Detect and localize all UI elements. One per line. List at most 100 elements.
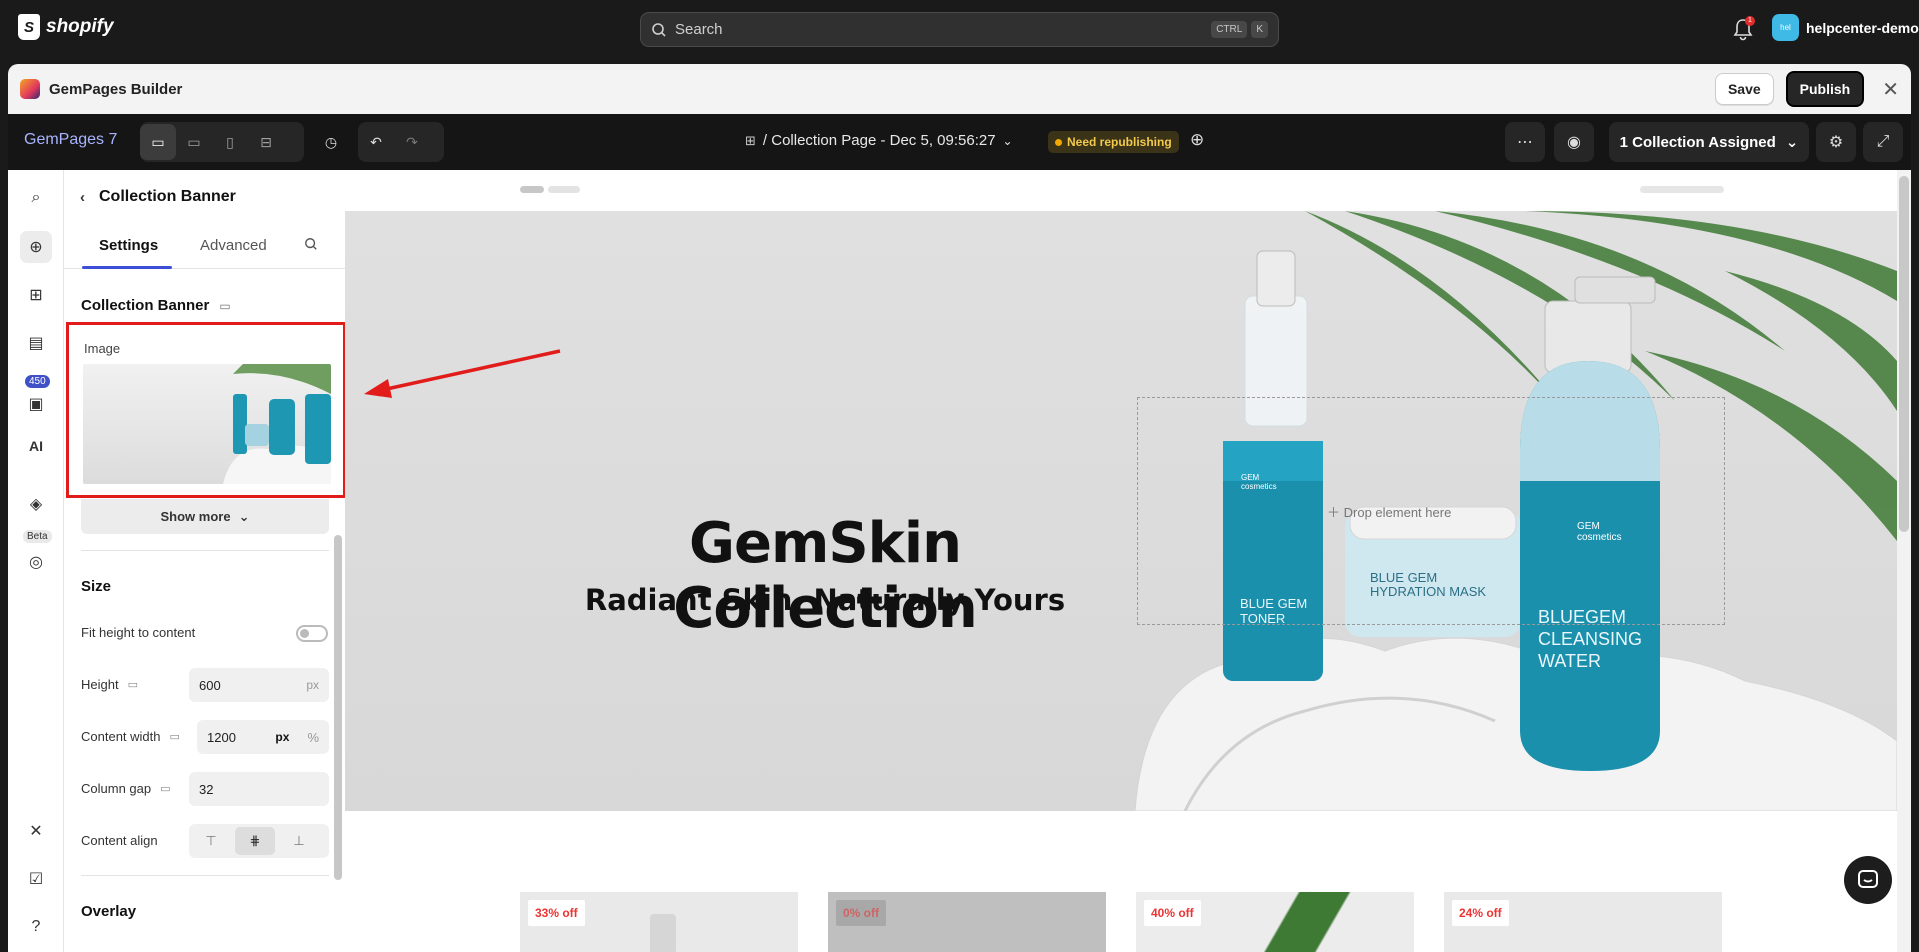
header-placeholder	[520, 186, 544, 193]
image-label: Image	[84, 341, 121, 356]
redo-icon[interactable]: ↷	[394, 124, 430, 160]
editor-toolbar: GemPages 7 ▭ ▭ ▯ ⊟ ◷ ↶ ↷ ⊞ / Collection …	[8, 114, 1911, 170]
responsive-view-icon[interactable]: ⊟	[248, 124, 284, 160]
search-icon[interactable]	[304, 237, 318, 251]
tablet-landscape-icon[interactable]: ▭	[176, 124, 212, 160]
discount-badge: 0% off	[836, 900, 886, 926]
device-switcher: ▭ ▭ ▯ ⊟	[140, 122, 304, 162]
fit-height-toggle[interactable]	[296, 625, 328, 642]
back-chevron-icon[interactable]: ‹	[80, 189, 85, 206]
shopify-bag-icon	[18, 14, 40, 40]
content-width-input[interactable]: 1200 px%	[197, 720, 329, 754]
search-icon	[652, 22, 666, 37]
chevron-down-icon: ⌄	[1785, 134, 1799, 151]
close-icon[interactable]: ✕	[1882, 77, 1899, 102]
layers-icon[interactable]: ◈	[20, 488, 52, 520]
left-icon-rail: ⌕ ⊕ ⊞ ▤ 450 ▣ AI ◈ Beta ◎ ✕ ☑ ?	[8, 170, 64, 952]
grid-icon: ⊞	[745, 132, 756, 148]
size-heading: Size	[81, 578, 112, 595]
shopify-logo[interactable]: shopify	[18, 14, 114, 40]
publish-button[interactable]: Publish	[1785, 71, 1865, 107]
align-top-icon[interactable]: ⊤	[193, 833, 229, 849]
help-icon[interactable]: ?	[20, 911, 52, 943]
product-card[interactable]: 40% off	[1136, 892, 1414, 952]
global-search-input[interactable]: Search CTRL K	[640, 12, 1279, 47]
collection-assign-dropdown[interactable]: 1 Collection Assigned ⌄	[1609, 122, 1809, 162]
height-label: Height ▭	[81, 677, 138, 692]
preview-eye-icon[interactable]: ◉	[1554, 122, 1594, 162]
account-menu[interactable]: hel helpcenter-demo	[1772, 14, 1919, 41]
avatar: hel	[1772, 14, 1799, 41]
discount-badge: 24% off	[1452, 900, 1509, 926]
column-gap-label: Column gap ▭	[81, 781, 171, 796]
desktop-icon: ▭	[169, 731, 180, 743]
desktop-icon: ▭	[127, 679, 138, 691]
search-placeholder: Search	[675, 21, 723, 38]
divider	[81, 875, 329, 876]
history-icon[interactable]: ◷	[313, 124, 349, 160]
content-align-label: Content align	[81, 833, 158, 848]
canvas-scroll-thumb[interactable]	[1899, 176, 1909, 532]
undo-icon[interactable]: ↶	[358, 124, 394, 160]
settings-gear-icon[interactable]: ⚙	[1816, 122, 1856, 162]
header-placeholder	[548, 186, 580, 193]
checklist-icon[interactable]: ☑	[20, 863, 52, 895]
page-selector[interactable]: ⊞ / Collection Page - Dec 5, 09:56:27 ⌄	[745, 132, 1013, 149]
banner-subtitle[interactable]: Radiant Skin, Naturally Yours	[545, 583, 1105, 617]
content-align-group: ⊤ ⋕ ⊥	[189, 824, 329, 858]
fullscreen-icon[interactable]: ⤢	[1863, 122, 1903, 162]
chevron-down-icon: ⌄	[238, 508, 250, 524]
settings-panel: ‹ Collection Banner Settings Advanced Co…	[64, 170, 345, 952]
collection-banner[interactable]: GemSkin Collection Radiant Skin, Natural…	[345, 211, 1897, 811]
chevron-down-icon: ⌄	[1002, 133, 1013, 148]
panel-title: Collection Banner	[99, 188, 236, 205]
active-tab-indicator	[82, 266, 172, 269]
save-button[interactable]: Save	[1714, 73, 1774, 105]
image-picker[interactable]: Image	[66, 322, 345, 498]
tab-settings[interactable]: Settings	[99, 237, 158, 254]
fit-height-label: Fit height to content	[81, 625, 196, 640]
height-input[interactable]: 600 px	[189, 668, 329, 702]
panel-header: ‹ Collection Banner	[80, 188, 236, 206]
header-placeholder	[1640, 186, 1724, 193]
notification-count-badge: 1	[1745, 16, 1755, 26]
theme-icon[interactable]: ◎	[20, 546, 52, 578]
section-heading: Collection Banner ▭	[81, 297, 231, 314]
apps-icon[interactable]: ⊞	[20, 279, 52, 311]
align-bottom-icon[interactable]: ⊥	[281, 833, 317, 849]
templates-icon[interactable]: ▣	[20, 388, 52, 420]
store-name: helpcenter-demo	[1806, 19, 1919, 36]
integration-x-icon[interactable]: ✕	[20, 815, 52, 847]
product-card[interactable]: 0% off	[828, 892, 1106, 952]
ai-icon[interactable]: AI	[20, 430, 52, 462]
content-width-label: Content width ▭	[81, 729, 180, 744]
chat-launcher-button[interactable]	[1844, 856, 1892, 904]
banner-title[interactable]: GemSkin Collection	[545, 511, 1105, 641]
align-middle-icon[interactable]: ⋕	[235, 827, 275, 855]
pages-icon[interactable]: ▤	[20, 327, 52, 359]
column-gap-input[interactable]: 32	[189, 772, 329, 806]
beta-badge: Beta	[23, 530, 52, 543]
desktop-icon: ▭	[160, 783, 171, 795]
search-shortcut: CTRL K	[1211, 21, 1268, 38]
search-icon[interactable]: ⌕	[20, 182, 52, 214]
add-element-icon[interactable]: ⊕	[20, 231, 52, 263]
mobile-view-icon[interactable]: ▯	[212, 124, 248, 160]
panel-scrollbar[interactable]	[334, 535, 342, 880]
discount-badge: 40% off	[1144, 900, 1201, 926]
product-card[interactable]: 24% off	[1444, 892, 1722, 952]
gempages-logo-icon	[20, 79, 40, 99]
banner-image-thumbnail[interactable]	[83, 364, 331, 484]
project-name[interactable]: GemPages 7	[24, 131, 117, 149]
templates-count-badge: 450	[25, 375, 50, 388]
status-badge: Need republishing	[1048, 131, 1179, 153]
desktop-view-icon[interactable]: ▭	[140, 124, 176, 160]
discount-badge: 33% off	[528, 900, 585, 926]
product-card[interactable]: 33% off	[520, 892, 798, 952]
page-breadcrumb: / Collection Page - Dec 5, 09:56:27	[762, 132, 996, 149]
globe-icon[interactable]: ⊕	[1190, 130, 1204, 150]
more-options-icon[interactable]: ⋯	[1505, 122, 1545, 162]
tab-advanced[interactable]: Advanced	[200, 237, 267, 254]
show-more-button[interactable]: Show more ⌄	[81, 499, 329, 534]
undo-redo-group: ↶ ↷	[358, 122, 444, 162]
